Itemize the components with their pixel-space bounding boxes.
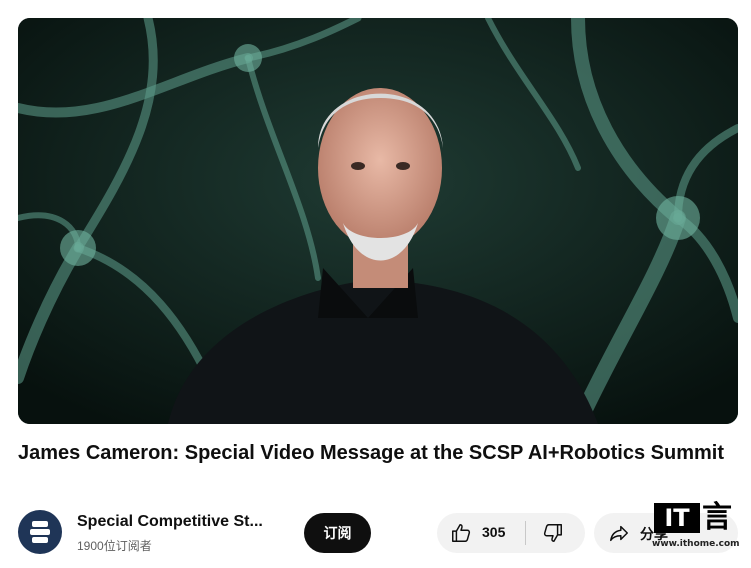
- ithome-watermark: IT ⾔ www.ithome.com: [652, 500, 751, 563]
- video-title: James Cameron: Special Video Message at …: [18, 442, 724, 464]
- thumbs-down-icon: [543, 524, 562, 542]
- subscriber-count: 1900位订阅者: [77, 539, 152, 553]
- thumbs-up-icon: [452, 524, 471, 542]
- video-frame: [18, 18, 738, 424]
- dislike-button[interactable]: [526, 513, 585, 553]
- channel-logo-icon: [30, 521, 50, 543]
- watermark-logo: IT: [654, 503, 700, 533]
- like-dislike-group: 305: [437, 513, 585, 553]
- video-player[interactable]: [18, 18, 738, 424]
- watch-page: James Cameron: Special Video Message at …: [0, 0, 751, 568]
- like-count: 305: [482, 524, 506, 540]
- watermark-emblem-icon: ⾔: [702, 500, 732, 535]
- like-button[interactable]: 305: [437, 513, 525, 553]
- share-arrow-icon: [610, 525, 628, 542]
- watermark-url: www.ithome.com: [652, 539, 740, 549]
- channel-name[interactable]: Special Competitive St...: [77, 513, 287, 531]
- channel-avatar[interactable]: [18, 510, 62, 554]
- owner-row: Special Competitive St... 1900位订阅者 订阅 30…: [18, 508, 751, 558]
- subscribe-button[interactable]: 订阅: [304, 513, 371, 553]
